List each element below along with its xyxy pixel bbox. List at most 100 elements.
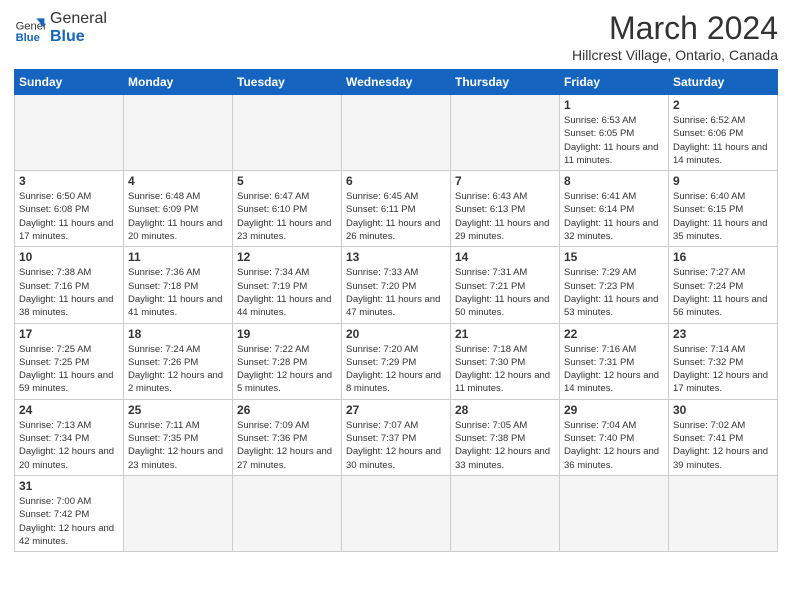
calendar-cell: 14 Sunrise: 7:31 AM Sunset: 7:21 PM Dayli…: [451, 247, 560, 323]
calendar-cell: 10Sunrise: 7:38 AM Sunset: 7:16 PM Dayli…: [15, 247, 124, 323]
calendar-cell: 25 Sunrise: 7:11 AM Sunset: 7:35 PM Dayli…: [124, 399, 233, 475]
calendar-cell: 28Sunrise: 7:05 AM Sunset: 7:38 PM Dayli…: [451, 399, 560, 475]
day-info: Sunrise: 6:45 AM Sunset: 6:11 PM Dayligh…: [346, 190, 446, 243]
calendar-cell: 21Sunrise: 7:18 AM Sunset: 7:30 PM Dayli…: [451, 323, 560, 399]
day-number: 13: [346, 250, 446, 264]
day-number: 12: [237, 250, 337, 264]
title-area: March 2024 Hillcrest Village, Ontario, C…: [572, 10, 778, 63]
day-number: 11: [128, 250, 228, 264]
logo-icon: General Blue: [14, 12, 46, 44]
calendar-cell: [124, 475, 233, 551]
calendar-cell: 2 Sunrise: 6:52 AM Sunset: 6:06 PM Daylig…: [669, 95, 778, 171]
week-row-0: 1Sunrise: 6:53 AM Sunset: 6:05 PM Daylig…: [15, 95, 778, 171]
day-number: 16: [673, 250, 773, 264]
day-number: 10: [19, 250, 119, 264]
calendar-cell: 26 Sunrise: 7:09 AM Sunset: 7:36 PM Dayli…: [233, 399, 342, 475]
weekday-header-tuesday: Tuesday: [233, 70, 342, 95]
calendar-cell: 3Sunrise: 6:50 AM Sunset: 6:08 PM Daylig…: [15, 171, 124, 247]
calendar-cell: 16 Sunrise: 7:27 AM Sunset: 7:24 PM Dayli…: [669, 247, 778, 323]
day-number: 4: [128, 174, 228, 188]
day-number: 6: [346, 174, 446, 188]
calendar-cell: 15 Sunrise: 7:29 AM Sunset: 7:23 PM Dayli…: [560, 247, 669, 323]
day-number: 29: [564, 403, 664, 417]
calendar-cell: [342, 95, 451, 171]
header: General Blue General Blue March 2024 Hil…: [14, 10, 778, 63]
day-number: 31: [19, 479, 119, 493]
calendar-cell: 17Sunrise: 7:25 AM Sunset: 7:25 PM Dayli…: [15, 323, 124, 399]
day-number: 3: [19, 174, 119, 188]
calendar-cell: [669, 475, 778, 551]
calendar-cell: 11 Sunrise: 7:36 AM Sunset: 7:18 PM Dayli…: [124, 247, 233, 323]
calendar-cell: 9Sunrise: 6:40 AM Sunset: 6:15 PM Daylig…: [669, 171, 778, 247]
day-info: Sunrise: 7:20 AM Sunset: 7:29 PM Dayligh…: [346, 343, 446, 396]
calendar-cell: [342, 475, 451, 551]
calendar-cell: 30Sunrise: 7:02 AM Sunset: 7:41 PM Dayli…: [669, 399, 778, 475]
day-info: Sunrise: 7:00 AM Sunset: 7:42 PM Dayligh…: [19, 495, 119, 548]
day-info: Sunrise: 7:14 AM Sunset: 7:32 PM Dayligh…: [673, 343, 773, 396]
logo-blue-text: Blue: [50, 28, 85, 45]
calendar-cell: 22Sunrise: 7:16 AM Sunset: 7:31 PM Dayli…: [560, 323, 669, 399]
day-info: Sunrise: 7:11 AM Sunset: 7:35 PM Dayligh…: [128, 419, 228, 472]
calendar-cell: 5Sunrise: 6:47 AM Sunset: 6:10 PM Daylig…: [233, 171, 342, 247]
day-number: 17: [19, 327, 119, 341]
weekday-header-wednesday: Wednesday: [342, 70, 451, 95]
day-info: Sunrise: 7:31 AM Sunset: 7:21 PM Dayligh…: [455, 266, 555, 319]
day-info: Sunrise: 6:48 AM Sunset: 6:09 PM Dayligh…: [128, 190, 228, 243]
weekday-header-thursday: Thursday: [451, 70, 560, 95]
calendar-cell: 19 Sunrise: 7:22 AM Sunset: 7:28 PM Dayli…: [233, 323, 342, 399]
day-info: Sunrise: 6:40 AM Sunset: 6:15 PM Dayligh…: [673, 190, 773, 243]
day-info: Sunrise: 6:52 AM Sunset: 6:06 PM Dayligh…: [673, 114, 773, 167]
calendar-cell: 27Sunrise: 7:07 AM Sunset: 7:37 PM Dayli…: [342, 399, 451, 475]
svg-text:Blue: Blue: [16, 31, 40, 43]
calendar-cell: 1Sunrise: 6:53 AM Sunset: 6:05 PM Daylig…: [560, 95, 669, 171]
week-row-1: 3Sunrise: 6:50 AM Sunset: 6:08 PM Daylig…: [15, 171, 778, 247]
day-number: 27: [346, 403, 446, 417]
weekday-header-saturday: Saturday: [669, 70, 778, 95]
weekday-header-row: SundayMondayTuesdayWednesdayThursdayFrid…: [15, 70, 778, 95]
calendar-cell: 12 Sunrise: 7:34 AM Sunset: 7:19 PM Dayli…: [233, 247, 342, 323]
day-number: 22: [564, 327, 664, 341]
day-info: Sunrise: 7:36 AM Sunset: 7:18 PM Dayligh…: [128, 266, 228, 319]
calendar-cell: 20Sunrise: 7:20 AM Sunset: 7:29 PM Dayli…: [342, 323, 451, 399]
day-info: Sunrise: 6:47 AM Sunset: 6:10 PM Dayligh…: [237, 190, 337, 243]
weekday-header-monday: Monday: [124, 70, 233, 95]
day-info: Sunrise: 7:22 AM Sunset: 7:28 PM Dayligh…: [237, 343, 337, 396]
day-info: Sunrise: 7:34 AM Sunset: 7:19 PM Dayligh…: [237, 266, 337, 319]
calendar-cell: [124, 95, 233, 171]
calendar-cell: 7 Sunrise: 6:43 AM Sunset: 6:13 PM Daylig…: [451, 171, 560, 247]
calendar: SundayMondayTuesdayWednesdayThursdayFrid…: [14, 69, 778, 552]
day-number: 26: [237, 403, 337, 417]
day-info: Sunrise: 7:29 AM Sunset: 7:23 PM Dayligh…: [564, 266, 664, 319]
calendar-cell: 18Sunrise: 7:24 AM Sunset: 7:26 PM Dayli…: [124, 323, 233, 399]
calendar-cell: 31 Sunrise: 7:00 AM Sunset: 7:42 PM Dayli…: [15, 475, 124, 551]
day-number: 18: [128, 327, 228, 341]
day-number: 14: [455, 250, 555, 264]
day-number: 28: [455, 403, 555, 417]
week-row-2: 10Sunrise: 7:38 AM Sunset: 7:16 PM Dayli…: [15, 247, 778, 323]
day-info: Sunrise: 6:43 AM Sunset: 6:13 PM Dayligh…: [455, 190, 555, 243]
calendar-cell: [451, 475, 560, 551]
calendar-cell: 23Sunrise: 7:14 AM Sunset: 7:32 PM Dayli…: [669, 323, 778, 399]
day-number: 2: [673, 98, 773, 112]
calendar-cell: [560, 475, 669, 551]
calendar-cell: [233, 95, 342, 171]
week-row-5: 31 Sunrise: 7:00 AM Sunset: 7:42 PM Dayli…: [15, 475, 778, 551]
day-number: 8: [564, 174, 664, 188]
location-title: Hillcrest Village, Ontario, Canada: [572, 47, 778, 63]
day-number: 15: [564, 250, 664, 264]
weekday-header-friday: Friday: [560, 70, 669, 95]
calendar-cell: [451, 95, 560, 171]
day-number: 25: [128, 403, 228, 417]
day-number: 7: [455, 174, 555, 188]
calendar-cell: 6 Sunrise: 6:45 AM Sunset: 6:11 PM Daylig…: [342, 171, 451, 247]
calendar-cell: 4 Sunrise: 6:48 AM Sunset: 6:09 PM Daylig…: [124, 171, 233, 247]
day-info: Sunrise: 7:27 AM Sunset: 7:24 PM Dayligh…: [673, 266, 773, 319]
day-number: 19: [237, 327, 337, 341]
day-info: Sunrise: 7:33 AM Sunset: 7:20 PM Dayligh…: [346, 266, 446, 319]
week-row-3: 17Sunrise: 7:25 AM Sunset: 7:25 PM Dayli…: [15, 323, 778, 399]
calendar-cell: [15, 95, 124, 171]
week-row-4: 24Sunrise: 7:13 AM Sunset: 7:34 PM Dayli…: [15, 399, 778, 475]
calendar-cell: 29Sunrise: 7:04 AM Sunset: 7:40 PM Dayli…: [560, 399, 669, 475]
day-info: Sunrise: 7:09 AM Sunset: 7:36 PM Dayligh…: [237, 419, 337, 472]
day-info: Sunrise: 6:41 AM Sunset: 6:14 PM Dayligh…: [564, 190, 664, 243]
